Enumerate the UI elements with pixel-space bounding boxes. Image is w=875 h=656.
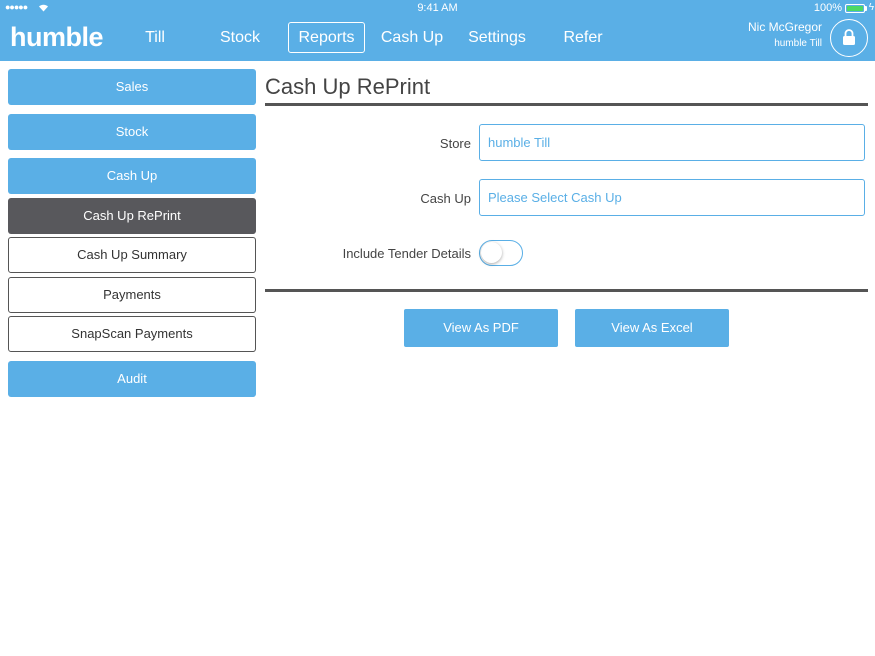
- sidebar-item-audit[interactable]: Audit: [8, 361, 256, 397]
- form-divider: [265, 289, 868, 292]
- nav-stock[interactable]: Stock: [212, 22, 268, 53]
- sidebar-item-sales[interactable]: Sales: [8, 69, 256, 105]
- sidebar-item-cash-up[interactable]: Cash Up: [8, 158, 256, 194]
- store-field[interactable]: humble Till: [479, 124, 865, 161]
- cash-up-select[interactable]: Please Select Cash Up: [479, 179, 865, 216]
- nav-refer[interactable]: Refer: [557, 22, 609, 53]
- charging-bolt-icon: ϟ: [868, 2, 874, 13]
- tender-details-label: Include Tender Details: [342, 246, 471, 261]
- user-store: humble Till: [774, 38, 822, 49]
- sidebar-item-cash-up-summary[interactable]: Cash Up Summary: [8, 237, 256, 273]
- app-logo[interactable]: humble: [10, 22, 104, 53]
- nav-reports[interactable]: Reports: [288, 22, 365, 53]
- sidebar-item-payments[interactable]: Payments: [8, 277, 256, 313]
- view-as-pdf-button[interactable]: View As PDF: [404, 309, 558, 347]
- toggle-knob: [481, 242, 502, 263]
- view-as-excel-button[interactable]: View As Excel: [575, 309, 729, 347]
- top-bar: ●●●●● 9:41 AM 100% ϟ humble Till Stock R…: [0, 0, 875, 61]
- nav-settings[interactable]: Settings: [462, 22, 532, 53]
- tender-details-toggle[interactable]: [479, 240, 523, 266]
- store-label: Store: [439, 136, 471, 151]
- lock-icon: [843, 29, 855, 45]
- user-name: Nic McGregor: [747, 20, 822, 34]
- lock-button[interactable]: [830, 19, 868, 57]
- cash-up-label: Cash Up: [420, 191, 471, 206]
- battery-percent: 100%: [813, 2, 842, 14]
- title-divider: [265, 103, 868, 106]
- status-time: 9:41 AM: [417, 2, 458, 14]
- nav-till[interactable]: Till: [128, 22, 182, 53]
- nav-cash-up[interactable]: Cash Up: [378, 22, 446, 53]
- page-title: Cash Up RePrint: [265, 74, 431, 99]
- battery-icon: [845, 4, 865, 13]
- sidebar-item-cash-up-reprint[interactable]: Cash Up RePrint: [8, 198, 256, 234]
- sidebar-item-stock[interactable]: Stock: [8, 114, 256, 150]
- status-bar: ●●●●● 9:41 AM 100% ϟ: [0, 0, 875, 16]
- sidebar-item-snapscan-payments[interactable]: SnapScan Payments: [8, 316, 256, 352]
